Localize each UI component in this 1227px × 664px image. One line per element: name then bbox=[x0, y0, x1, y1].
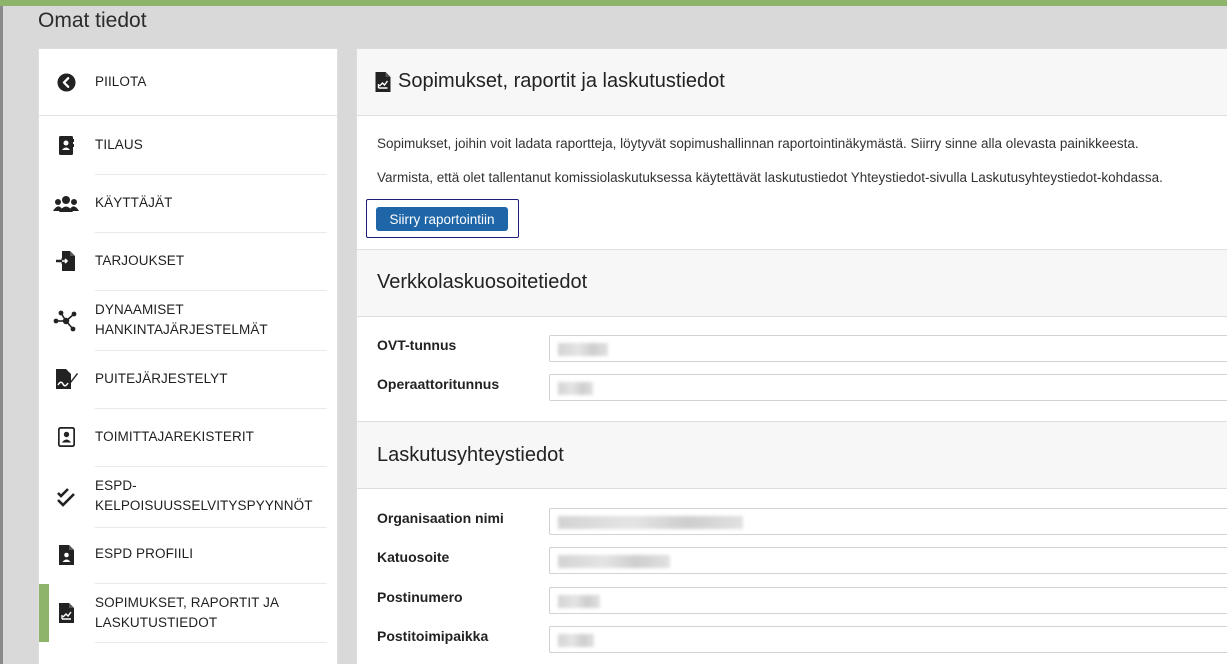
report-button[interactable]: Siirry raportointiin bbox=[376, 207, 508, 231]
sidebar-item-espd-kelpoisuus[interactable]: ESPD- KELPOISUUSSELVITYSPYYNNÖT bbox=[39, 467, 339, 527]
sidebar-item-label: TARJOUKSET bbox=[95, 253, 185, 268]
sidebar-item-label: SOPIMUKSET, RAPORTIT JA LASKUTUSTIEDOT bbox=[95, 595, 280, 630]
sidebar-item-label: TOIMITTAJAREKISTERIT bbox=[95, 429, 255, 444]
double-check-icon bbox=[55, 486, 77, 508]
city-input[interactable] bbox=[549, 626, 1227, 653]
panel-title: Sopimukset, raportit ja laskutustiedot bbox=[398, 70, 725, 92]
top-accent-bar bbox=[0, 0, 1227, 6]
operator-label: Operaattoritunnus bbox=[377, 376, 500, 392]
postal-input[interactable] bbox=[549, 587, 1227, 614]
sidebar-item-label: ESPD- KELPOISUUSSELVITYSPYYNNÖT bbox=[95, 478, 313, 513]
user-file-icon bbox=[55, 544, 77, 566]
file-import-icon bbox=[55, 250, 77, 272]
users-icon bbox=[52, 193, 80, 215]
sidebar-item-kayttajat[interactable]: KÄYTTÄJÄT bbox=[39, 175, 339, 232]
street-label: Katuosoite bbox=[377, 549, 450, 565]
ovt-input[interactable] bbox=[549, 335, 1227, 362]
billing-section-header: Laskutusyhteystiedot bbox=[357, 421, 1227, 489]
file-chart-icon bbox=[55, 602, 77, 624]
panel-header: Sopimukset, raportit ja laskutustiedot bbox=[357, 49, 1227, 116]
street-input[interactable] bbox=[549, 547, 1227, 574]
sidebar-item-tilaus[interactable]: TILAUS bbox=[39, 116, 339, 174]
redacted-value bbox=[558, 382, 593, 395]
report-button-focus-ring: Siirry raportointiin bbox=[366, 199, 519, 238]
sidebar-item-dynaamiset[interactable]: DYNAAMISET HANKINTAJÄRJESTELMÄT bbox=[39, 291, 339, 350]
sidebar-hide-label: PIILOTA bbox=[95, 74, 147, 89]
main-panel: Sopimukset, raportit ja laskutustiedot S… bbox=[356, 48, 1227, 664]
org-name-input[interactable] bbox=[549, 508, 1227, 535]
window-left-edge bbox=[0, 6, 3, 664]
redacted-value bbox=[558, 555, 670, 568]
file-chart-icon bbox=[375, 72, 393, 92]
sidebar-hide-toggle[interactable]: PIILOTA bbox=[39, 49, 339, 115]
city-label: Postitoimipaikka bbox=[377, 628, 489, 644]
billing-heading: Laskutusyhteystiedot bbox=[377, 444, 564, 466]
intro-text: Sopimukset, joihin voit ladata raporttej… bbox=[377, 136, 1139, 151]
ovt-label: OVT-tunnus bbox=[377, 337, 457, 353]
sidebar-item-label: ESPD PROFIILI bbox=[95, 546, 194, 561]
sidebar-item-tarjoukset[interactable]: TARJOUKSET bbox=[39, 233, 339, 290]
redacted-value bbox=[558, 595, 600, 608]
sidebar-item-label: PUITEJÄRJESTELYT bbox=[95, 371, 228, 386]
sidebar-item-espd-profiili[interactable]: ESPD PROFIILI bbox=[39, 528, 339, 583]
redacted-value bbox=[558, 516, 743, 529]
operator-input[interactable] bbox=[549, 374, 1227, 401]
sidebar-divider bbox=[95, 642, 327, 643]
page-title: Omat tiedot bbox=[38, 9, 147, 32]
einvoice-section-header: Verkkolaskuosoitetiedot bbox=[357, 249, 1227, 317]
file-signature-icon bbox=[53, 368, 79, 390]
org-name-label: Organisaation nimi bbox=[377, 510, 504, 526]
sidebar-item-puitejarjestelyt[interactable]: PUITEJÄRJESTELYT bbox=[39, 351, 339, 408]
sidebar-item-label: TILAUS bbox=[95, 137, 143, 152]
sidebar: PIILOTA TILAUS KÄYTTÄJÄT TARJOUKSET DYNA… bbox=[38, 48, 338, 664]
id-card-icon bbox=[55, 426, 77, 448]
sidebar-item-label: DYNAAMISET HANKINTAJÄRJESTELMÄT bbox=[95, 302, 268, 337]
postal-label: Postinumero bbox=[377, 589, 463, 605]
sidebar-item-toimittajarekisterit[interactable]: TOIMITTAJAREKISTERIT bbox=[39, 409, 339, 466]
sidebar-item-label: KÄYTTÄJÄT bbox=[95, 195, 173, 210]
einvoice-heading: Verkkolaskuosoitetiedot bbox=[377, 271, 588, 293]
redacted-value bbox=[558, 634, 594, 647]
redacted-value bbox=[558, 343, 608, 356]
address-book-icon bbox=[55, 134, 77, 156]
sidebar-item-sopimukset[interactable]: SOPIMUKSET, RAPORTIT JA LASKUTUSTIEDOT bbox=[39, 584, 339, 642]
network-icon bbox=[53, 310, 79, 332]
chevron-left-circle-icon bbox=[55, 71, 77, 93]
intro-note: Varmista, että olet tallentanut komissio… bbox=[377, 170, 1163, 185]
